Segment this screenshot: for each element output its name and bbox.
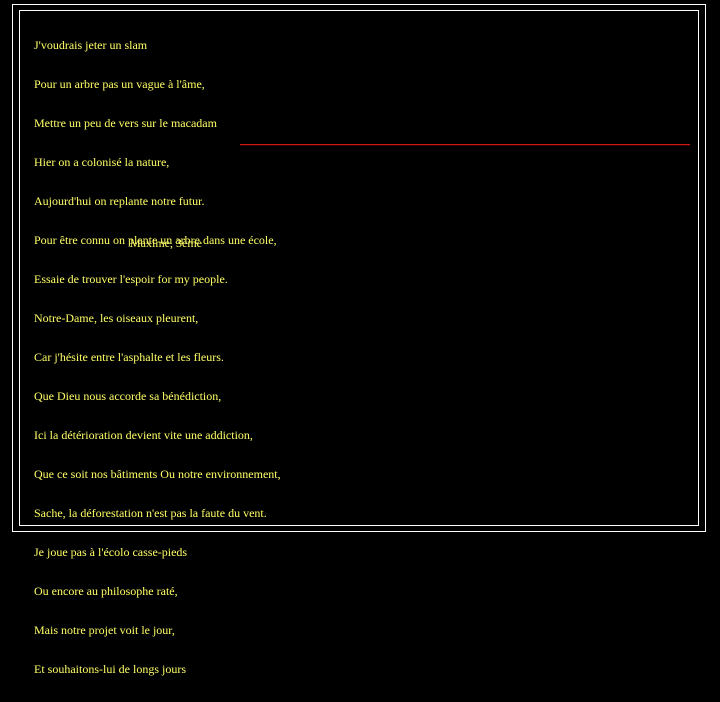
poem-line: Je joue pas à l'écolo casse-pieds [34, 546, 688, 559]
poem-line: Essaie de trouver l'espoir for my people… [34, 273, 688, 286]
poem-block: J'voudrais jeter un slam Pour un arbre p… [34, 13, 688, 702]
poem-line: Ou encore au philosophe raté, [34, 585, 688, 598]
poem-line: Mais notre projet voit le jour, [34, 624, 688, 637]
poem-line: Ici la détérioration devient vite une ad… [34, 429, 688, 442]
poem-line: Aujourd'hui on replante notre futur. [34, 195, 688, 208]
poem-line: Notre-Dame, les oiseaux pleurent, [34, 312, 688, 325]
poem-line: Que Dieu nous accorde sa bénédiction, [34, 390, 688, 403]
poem-line: Car j'hésite entre l'asphalte et les fle… [34, 351, 688, 364]
poem-line: Pour un arbre pas un vague à l'âme, [34, 78, 688, 91]
outer-frame: J'voudrais jeter un slam Pour un arbre p… [12, 4, 706, 532]
poem-byline: Maxime, 3ème [130, 236, 202, 251]
horizontal-rule [240, 144, 690, 145]
poem-line: Mettre un peu de vers sur le macadam [34, 117, 688, 130]
inner-frame: J'voudrais jeter un slam Pour un arbre p… [19, 10, 699, 526]
poem-line: Que ce soit nos bâtiments Ou notre envir… [34, 468, 688, 481]
poem-line: Hier on a colonisé la nature, [34, 156, 688, 169]
poem-line: Sache, la déforestation n'est pas la fau… [34, 507, 688, 520]
poem-line: J'voudrais jeter un slam [34, 39, 688, 52]
poem-line: Et souhaitons-lui de longs jours [34, 663, 688, 676]
